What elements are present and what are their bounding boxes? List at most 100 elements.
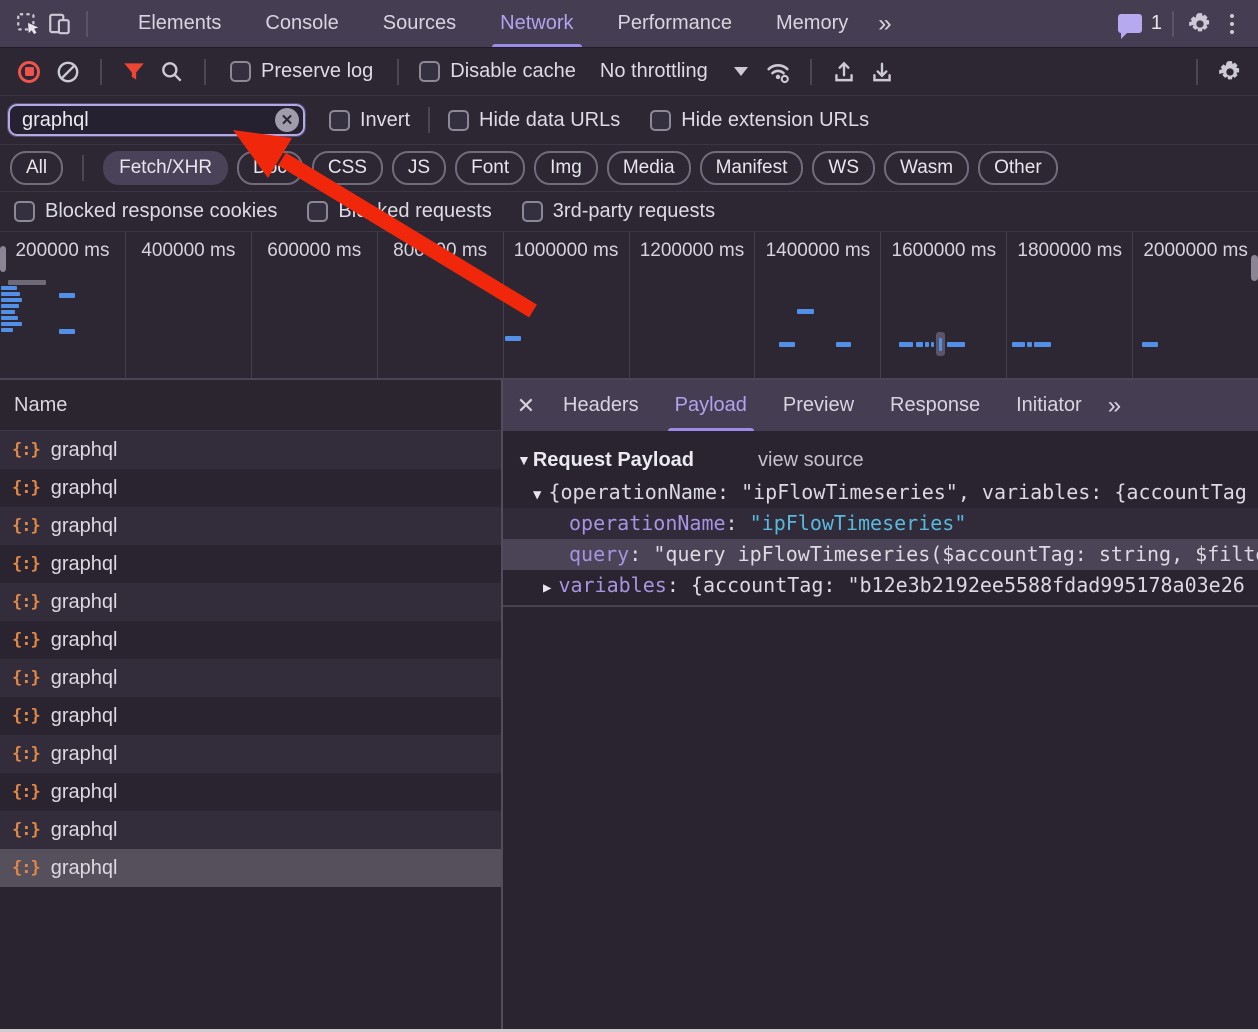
panel-tab-performance[interactable]: Performance — [612, 0, 739, 47]
payload-row-variables[interactable]: ▶variables: {accountTag: "b12e3b2192ee55… — [503, 570, 1258, 601]
clear-filter-icon[interactable]: ✕ — [275, 108, 299, 132]
request-row[interactable]: {:}graphql — [0, 735, 501, 773]
disable-cache-checkbox[interactable] — [419, 61, 440, 82]
request-row[interactable]: {:}graphql — [0, 431, 501, 469]
request-payload-section[interactable]: ▼ Request Payload view source — [503, 443, 1258, 477]
timeline-gray — [8, 280, 46, 285]
request-name: graphql — [51, 857, 118, 880]
throttling-select[interactable]: No throttling — [600, 60, 748, 83]
request-timing-bar — [1034, 342, 1051, 347]
detail-tab-headers[interactable]: Headers — [558, 380, 644, 431]
more-panels-icon[interactable]: » — [870, 10, 899, 38]
filter-input[interactable] — [8, 104, 305, 136]
request-name: graphql — [51, 743, 118, 766]
close-icon[interactable]: ✕ — [507, 380, 545, 431]
request-row[interactable]: {:}graphql — [0, 507, 501, 545]
request-timing-bar — [931, 342, 934, 347]
type-chip-font[interactable]: Font — [455, 151, 525, 185]
clear-network-log-icon[interactable] — [52, 55, 84, 89]
divider — [86, 11, 88, 37]
divider — [810, 59, 812, 85]
network-conditions-icon[interactable] — [762, 55, 794, 89]
request-timing-bar — [1, 322, 22, 326]
hide-data-urls-checkbox[interactable] — [448, 110, 469, 131]
panel-tab-sources[interactable]: Sources — [377, 0, 462, 47]
detail-tab-preview[interactable]: Preview — [778, 380, 859, 431]
request-payload-title: Request Payload — [533, 449, 694, 472]
requests-list: {:}graphql{:}graphql{:}graphql{:}graphql… — [0, 431, 501, 1032]
request-timing-bar — [505, 336, 521, 341]
preserve-log-checkbox[interactable] — [230, 61, 251, 82]
filter-funnel-icon[interactable] — [118, 55, 150, 89]
detail-tab-response[interactable]: Response — [885, 380, 985, 431]
settings-gear-icon[interactable] — [1184, 7, 1216, 41]
detail-tab-initiator[interactable]: Initiator — [1011, 380, 1087, 431]
type-chip-img[interactable]: Img — [534, 151, 598, 185]
divider — [82, 155, 84, 181]
request-name: graphql — [51, 629, 118, 652]
request-type-chips: All Fetch/XHR Doc CSS JS Font Img Media Manifest… — [0, 145, 1258, 192]
search-icon[interactable] — [156, 55, 188, 89]
request-name: graphql — [51, 515, 118, 538]
type-chip-ws[interactable]: WS — [812, 151, 875, 185]
divider — [1196, 59, 1198, 85]
request-row[interactable]: {:} graphql — [0, 849, 501, 887]
payload-summary-row[interactable]: ▼{operationName: "ipFlowTimeseries", var… — [503, 477, 1258, 508]
payload-row-operationName[interactable]: operationName: "ipFlowTimeseries" — [503, 508, 1258, 539]
kebab-menu-icon[interactable] — [1216, 7, 1248, 41]
invert-checkbox[interactable] — [329, 110, 350, 131]
fetch-xhr-icon: {:} — [12, 630, 40, 650]
caret-right-icon: ▶ — [543, 580, 551, 596]
request-row[interactable]: {:}graphql — [0, 773, 501, 811]
more-detail-tabs-icon[interactable]: » — [1100, 392, 1129, 420]
request-name: graphql — [51, 705, 118, 728]
network-settings-gear-icon[interactable] — [1214, 55, 1246, 89]
hide-data-urls-control: Hide data URLs — [448, 109, 620, 132]
type-chip-fetchxhr[interactable]: Fetch/XHR — [103, 151, 228, 185]
panel-tab-elements[interactable]: Elements — [132, 0, 227, 47]
record-network-log-button[interactable] — [18, 61, 40, 83]
devtools-window: Elements Console Sources Network Performance… — [0, 0, 1258, 1032]
fetch-xhr-icon: {:} — [12, 858, 40, 878]
network-overview-timeline[interactable]: 200000 ms400000 ms600000 ms800000 ms1000… — [0, 232, 1258, 380]
type-chip-js[interactable]: JS — [392, 151, 446, 185]
import-har-icon[interactable] — [828, 55, 860, 89]
view-source-link[interactable]: view source — [758, 449, 864, 472]
type-chip-css[interactable]: CSS — [312, 151, 383, 185]
request-row[interactable]: {:}graphql — [0, 545, 501, 583]
request-name: graphql — [51, 591, 118, 614]
device-toolbar-icon[interactable] — [44, 7, 76, 41]
request-row[interactable]: {:}graphql — [0, 469, 501, 507]
type-chip-media[interactable]: Media — [607, 151, 691, 185]
type-chip-other[interactable]: Other — [978, 151, 1058, 185]
divider — [503, 605, 1258, 607]
detail-tab-payload[interactable]: Payload — [670, 380, 752, 431]
request-row[interactable]: {:}graphql — [0, 583, 501, 621]
panel-tab-console[interactable]: Console — [259, 0, 344, 47]
request-row[interactable]: {:}graphql — [0, 811, 501, 849]
requests-panel: Name {:}graphql{:}graphql{:}graphql{:}gr… — [0, 380, 501, 1032]
panel-tab-memory[interactable]: Memory — [770, 0, 854, 47]
request-row[interactable]: {:}graphql — [0, 659, 501, 697]
request-row[interactable]: {:} graphql — [0, 621, 501, 659]
request-timing-bar — [779, 342, 795, 347]
inspect-element-icon[interactable] — [12, 7, 44, 41]
panel-tab-network[interactable]: Network — [494, 0, 579, 47]
divider — [1172, 11, 1174, 37]
type-chip-wasm[interactable]: Wasm — [884, 151, 969, 185]
type-chip-manifest[interactable]: Manifest — [700, 151, 804, 185]
export-har-icon[interactable] — [866, 55, 898, 89]
type-chip-all[interactable]: All — [10, 151, 63, 185]
-rd-party-requests-checkbox[interactable] — [522, 201, 543, 222]
payload-row-query[interactable]: query: "query ipFlowTimeseries($accountT… — [503, 539, 1258, 570]
issues-icon — [1118, 14, 1142, 33]
issues-button[interactable]: 1 — [1118, 12, 1162, 35]
name-column-header[interactable]: Name — [0, 380, 501, 431]
hide-extension-urls-checkbox[interactable] — [650, 110, 671, 131]
blocked-response-cookies-checkbox[interactable] — [14, 201, 35, 222]
blocked-requests-checkbox[interactable] — [307, 201, 328, 222]
type-chip-doc[interactable]: Doc — [237, 151, 303, 185]
request-name: graphql — [51, 439, 118, 462]
timeline-nub — [0, 246, 6, 272]
request-row[interactable]: {:}graphql — [0, 697, 501, 735]
